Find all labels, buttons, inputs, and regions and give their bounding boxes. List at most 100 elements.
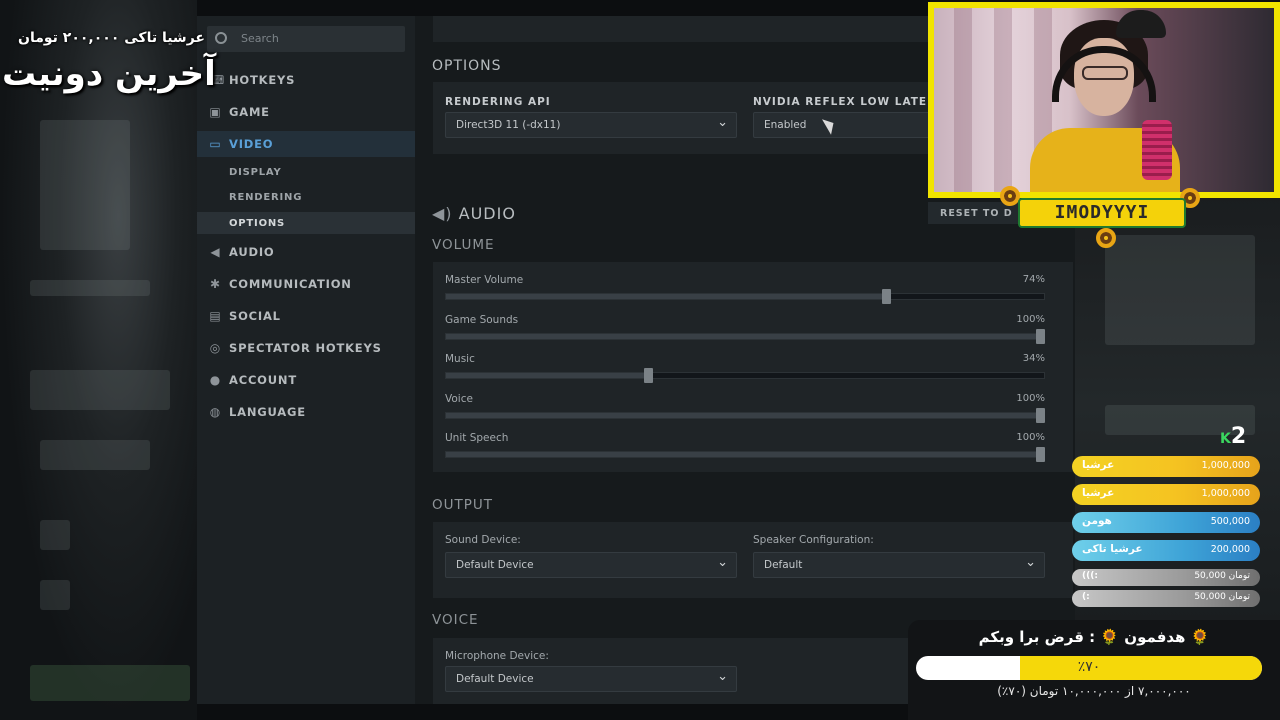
camera-icon: ◎	[209, 341, 221, 355]
output-subtitle: OUTPUT	[432, 497, 494, 513]
speaker-config-value: Default	[764, 559, 803, 571]
leaderboard-amount: 200,000	[1210, 544, 1250, 555]
slider-name: Master Volume	[445, 274, 524, 286]
slider-name: Music	[445, 353, 475, 365]
leaderboard-amount: 500,000	[1210, 516, 1250, 527]
slider-thumb[interactable]	[881, 289, 891, 304]
leaderboard-row: :) 50,000 تومان	[1072, 590, 1260, 607]
slider-fill	[446, 412, 1040, 418]
slider-value: 100%	[1016, 313, 1045, 325]
speaker-icon: ◀)	[432, 204, 453, 223]
slider-fill	[446, 373, 648, 378]
slider-fill	[446, 452, 1040, 457]
voice-subtitle: VOICE	[432, 612, 479, 628]
leaderboard-amount: 50,000 تومان	[1194, 592, 1250, 602]
sunflower-icon	[1000, 186, 1020, 206]
last-donor-line: عرشیا تاکی ۲۰۰,۰۰۰ تومان	[18, 30, 205, 46]
volume-slider[interactable]	[445, 289, 1045, 304]
sidebar-item-game[interactable]: ▣ GAME	[197, 99, 415, 125]
slider-fill	[446, 294, 886, 299]
search-input[interactable]: Search	[207, 26, 405, 52]
volume-slider[interactable]	[445, 368, 1045, 383]
chat-icon: ▤	[209, 309, 221, 323]
last-donate-title: آخرین دونیت	[2, 54, 216, 94]
sidebar-item-social[interactable]: ▤ SOCIAL	[197, 303, 415, 329]
mic-device-dropdown[interactable]: Default Device ⌄	[445, 666, 737, 692]
sidebar-subitem-rendering[interactable]: RENDERING	[197, 186, 415, 208]
game-background-left	[0, 0, 197, 720]
volume-slider-row: Master Volume 74%	[445, 274, 1045, 310]
slider-name: Game Sounds	[445, 313, 519, 326]
nvidia-reflex-value: Enabled	[764, 119, 807, 131]
sidebar-item-account[interactable]: ● ACCOUNT	[197, 367, 415, 393]
slider-name: Voice	[445, 392, 473, 405]
sidebar-item-hotkeys[interactable]: ⌨ HOTKEYS	[197, 67, 415, 93]
slider-value: 74%	[1022, 274, 1045, 285]
goal-subtitle: ۷,۰۰۰,۰۰۰ از ۱۰,۰۰۰,۰۰۰ تومان (۷۰٪)	[997, 684, 1191, 698]
slider-value: 34%	[1022, 353, 1045, 364]
webcam-frame	[928, 2, 1280, 198]
rendering-api-dropdown[interactable]: Direct3D 11 (-dx11) ⌄	[445, 112, 737, 138]
leaderboard-row: عرشیا 1,000,000	[1072, 456, 1260, 477]
volume-slider[interactable]	[445, 407, 1045, 423]
sidebar-item-label: COMMUNICATION	[229, 277, 352, 291]
k2-logo: K2	[1220, 424, 1246, 449]
volume-slider-row: Unit Speech 100%	[445, 432, 1045, 468]
sidebar-item-label: LANGUAGE	[229, 405, 306, 419]
goal-percent-label: ٪۷۰	[1077, 659, 1101, 675]
sidebar-item-communication[interactable]: ✱ COMMUNICATION	[197, 271, 415, 297]
leaderboard-row: عرشیا 1,000,000	[1072, 484, 1260, 505]
speaker-icon: ◀	[210, 245, 220, 259]
sidebar-item-spectator-hotkeys[interactable]: ◎ SPECTATOR HOTKEYS	[197, 335, 415, 361]
leaderboard-name: عرشیا	[1082, 459, 1115, 471]
leaderboard-name: عرشیا تاکی	[1082, 543, 1143, 555]
slider-thumb[interactable]	[643, 368, 653, 383]
output-card: Sound Device: Default Device ⌄ Speaker C…	[433, 522, 1073, 598]
goal-title: 🌻 هدفمون 🌻 : قرض برا وبکم	[978, 628, 1210, 646]
sidebar-item-label: SPECTATOR HOTKEYS	[229, 341, 382, 355]
reset-to-default-button[interactable]: RESET TO D	[928, 202, 1018, 224]
options-card: RENDERING API Direct3D 11 (-dx11) ⌄ NVID…	[433, 82, 973, 154]
donation-goal-widget: 🌻 هدفمون 🌻 : قرض برا وبکم ٪۷۰ ۷,۰۰۰,۰۰۰ …	[908, 620, 1280, 720]
leaderboard-name: :)	[1082, 592, 1090, 602]
monitor-icon: ▭	[209, 137, 221, 151]
slider-thumb[interactable]	[1036, 328, 1045, 344]
game-icon: ▣	[209, 105, 221, 119]
speaker-config-dropdown[interactable]: Default ⌄	[753, 552, 1045, 578]
leaderboard-amount: 1,000,000	[1201, 460, 1250, 471]
goal-progress-bar: ٪۷۰	[916, 656, 1262, 680]
leaderboard-name: عرشیا	[1082, 487, 1115, 499]
sidebar-item-audio[interactable]: ◀ AUDIO	[197, 239, 415, 265]
leaderboard-name: :)))	[1082, 571, 1098, 581]
volume-slider[interactable]	[445, 328, 1045, 344]
chevron-down-icon: ⌄	[717, 115, 728, 130]
sound-device-label: Sound Device:	[445, 534, 521, 546]
options-section-title: OPTIONS	[432, 58, 502, 74]
mic-device-value: Default Device	[456, 673, 534, 685]
speaker-config-label: Speaker Configuration:	[753, 534, 874, 546]
volume-subtitle: VOLUME	[432, 237, 495, 253]
sound-device-dropdown[interactable]: Default Device ⌄	[445, 552, 737, 578]
sidebar-subitem-display[interactable]: DISPLAY	[197, 161, 415, 183]
sidebar-item-label: GAME	[229, 105, 270, 119]
mic-device-label: Microphone Device:	[445, 650, 549, 662]
sidebar-subitem-options[interactable]: OPTIONS	[197, 212, 415, 234]
sidebar-item-video[interactable]: ▭ VIDEO	[197, 131, 415, 157]
sidebar-item-label: ACCOUNT	[229, 373, 297, 387]
sidebar-item-language[interactable]: ◍ LANGUAGE	[197, 399, 415, 425]
slider-thumb[interactable]	[1036, 407, 1045, 423]
sunflower-icon	[1096, 228, 1116, 248]
leaderboard-row: :))) 50,000 تومان	[1072, 569, 1260, 586]
sidebar-item-label: HOTKEYS	[229, 73, 296, 87]
nvidia-reflex-dropdown[interactable]: Enabled	[753, 112, 953, 138]
sidebar-item-label: VIDEO	[229, 137, 274, 151]
slider-value: 100%	[1016, 432, 1045, 443]
volume-slider[interactable]	[445, 447, 1045, 462]
slider-thumb[interactable]	[1036, 447, 1045, 462]
chevron-down-icon: ⌄	[717, 555, 728, 570]
search-icon	[215, 32, 227, 44]
k2-logo-k: K	[1220, 431, 1231, 447]
globe-icon: ◍	[209, 405, 221, 419]
slider-value: 100%	[1016, 392, 1045, 404]
k2-logo-number: 2	[1230, 424, 1247, 449]
